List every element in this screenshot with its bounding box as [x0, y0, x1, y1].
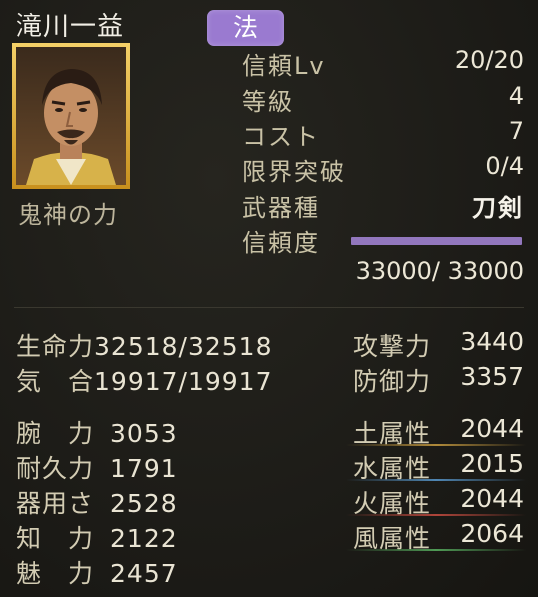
info-label-cost: コスト	[242, 123, 320, 151]
portrait-icon	[16, 47, 126, 185]
trust-progress-bar	[351, 237, 522, 245]
stat-label: 知 力	[16, 524, 95, 553]
stat-label: 耐久力	[16, 454, 95, 483]
stat-value: 3053	[110, 419, 178, 448]
element-value-fire: 2044	[460, 484, 524, 513]
stat-value-attack: 3440	[460, 327, 524, 356]
class-badge: 法	[207, 10, 284, 46]
stat-label-defense: 防御力	[353, 367, 432, 396]
info-value-rank: 4	[508, 82, 524, 110]
stat-label: 生命力	[16, 332, 95, 361]
element-underline-earth	[346, 444, 526, 446]
stat-value: 1791	[110, 454, 178, 483]
stat-label: 器用さ	[16, 489, 95, 518]
info-value-cost: 7	[508, 117, 524, 145]
info-label-trust: 信頼度	[242, 229, 320, 257]
stat-label: 気 合	[16, 367, 95, 396]
trust-value: 33000/ 33000	[355, 257, 524, 285]
element-underline-fire	[346, 514, 526, 516]
stat-value-defense: 3357	[460, 362, 524, 391]
info-value-trust-level: 20/20	[454, 46, 524, 74]
stat-spirit: 気 合19917/19917	[16, 362, 273, 398]
element-underline-wind	[346, 549, 526, 551]
stat-label: 腕 力	[16, 419, 95, 448]
info-label-trust-level: 信頼Lv	[242, 52, 326, 80]
info-label-rank: 等級	[242, 88, 294, 116]
stat-value: 2457	[110, 559, 178, 588]
element-value-water: 2015	[460, 449, 524, 478]
stat-value: 2122	[110, 524, 178, 553]
info-label-weapon-type: 武器種	[242, 194, 320, 222]
stat-dexterity: 器用さ 2528	[16, 484, 178, 520]
info-label-limit-break: 限界突破	[242, 158, 346, 186]
info-value-limit-break: 0/4	[485, 152, 524, 180]
section-divider	[14, 307, 524, 308]
stat-strength: 腕 力 3053	[16, 414, 178, 450]
stat-intelligence: 知 力 2122	[16, 519, 178, 555]
stat-label-attack: 攻撃力	[353, 332, 432, 361]
stat-value: 32518/32518	[94, 332, 273, 361]
character-name: 滝川一益	[16, 12, 125, 42]
stat-value: 19917/19917	[94, 367, 273, 396]
stat-hp: 生命力32518/32518	[16, 327, 273, 363]
element-underline-water	[346, 479, 526, 481]
element-value-wind: 2064	[460, 519, 524, 548]
stat-value: 2528	[110, 489, 178, 518]
character-status-panel: 滝川一益 法 鬼神の力 信頼Lv 20/20 等級 4 コスト 7 限界突破 0…	[0, 0, 538, 597]
stat-label: 魅 力	[16, 559, 95, 588]
character-portrait[interactable]	[12, 43, 130, 189]
stat-endurance: 耐久力 1791	[16, 449, 178, 485]
stat-charisma: 魅 力 2457	[16, 554, 178, 590]
element-value-earth: 2044	[460, 414, 524, 443]
skill-name[interactable]: 鬼神の力	[18, 195, 118, 230]
info-value-weapon-type: 刀剣	[472, 194, 524, 222]
